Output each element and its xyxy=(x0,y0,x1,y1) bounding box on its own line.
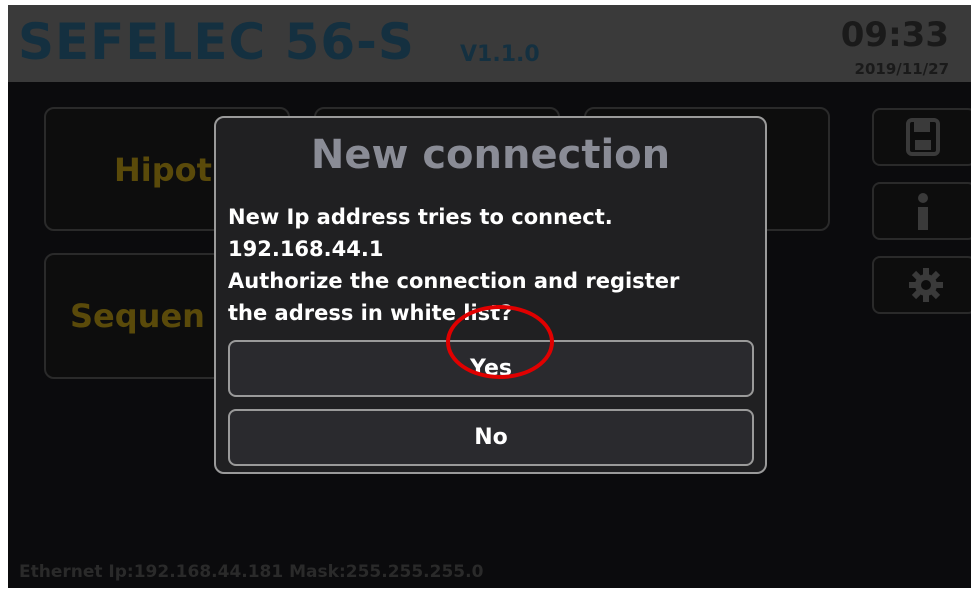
new-connection-dialog: New connection New Ip address tries to c… xyxy=(214,116,767,474)
clock-date: 2019/11/27 xyxy=(854,60,949,78)
gear-icon xyxy=(908,267,944,307)
dialog-message-line: New Ip address tries to connect. xyxy=(228,205,613,229)
save-icon xyxy=(906,118,940,160)
dialog-title: New connection xyxy=(310,132,671,178)
hipot-tile-label: Hipot xyxy=(114,151,212,189)
highlight-circle xyxy=(446,305,554,379)
clock-time: 09:33 xyxy=(840,15,949,55)
info-button[interactable] xyxy=(872,182,971,240)
version-label: V1.1.0 xyxy=(460,42,540,67)
dialog-message-line: Authorize the connection and register xyxy=(228,269,680,293)
info-icon xyxy=(916,192,930,236)
app-title: SEFELEC 56-S xyxy=(18,13,415,71)
settings-button[interactable] xyxy=(872,256,971,314)
no-button[interactable]: No xyxy=(228,409,754,466)
save-button[interactable] xyxy=(872,108,971,166)
no-button-label: No xyxy=(474,425,508,450)
header-bar: SEFELEC 56-S V1.1.0 09:33 2019/11/27 xyxy=(8,5,971,82)
dialog-message-ip: 192.168.44.1 xyxy=(228,237,384,261)
sequence-tile-label: Sequen xyxy=(70,297,205,335)
network-status: Ethernet Ip:192.168.44.181 Mask:255.255.… xyxy=(19,562,484,582)
